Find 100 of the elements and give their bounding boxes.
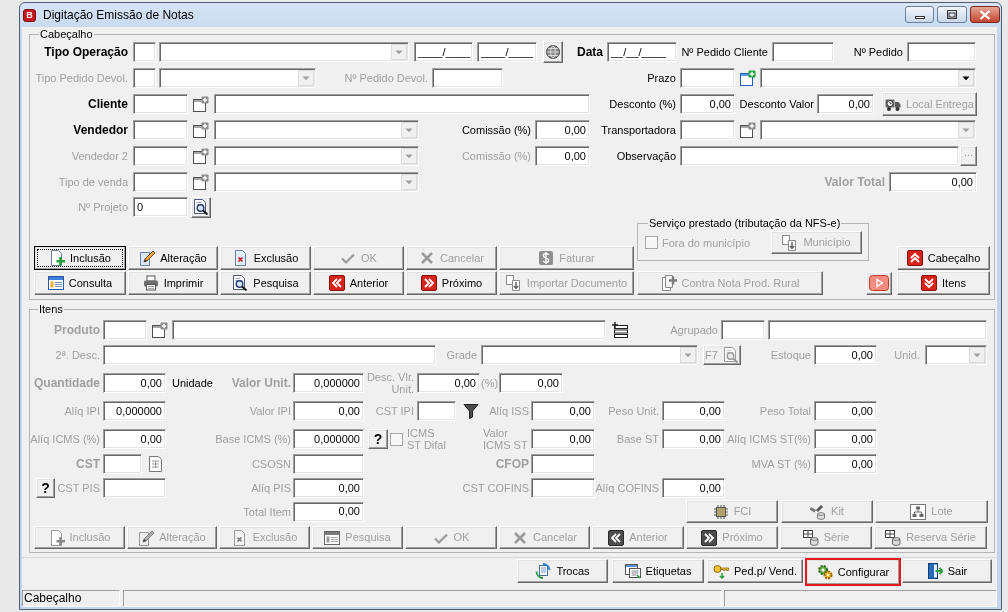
edit-button[interactable]: Alteração: [128, 246, 218, 270]
header-section-button[interactable]: Cabeçalho: [897, 246, 990, 270]
delete-button[interactable]: Exclusão: [220, 246, 311, 270]
input-field[interactable]: [680, 120, 735, 140]
search-button[interactable]: Pesquisa: [220, 271, 311, 295]
include-button[interactable]: Inclusão: [34, 246, 126, 270]
dropdown-field[interactable]: [214, 172, 419, 192]
dropdown-field[interactable]: [760, 120, 976, 140]
dropdown-field[interactable]: [214, 146, 419, 166]
maximize-button[interactable]: [937, 6, 967, 23]
input-field[interactable]: [172, 320, 606, 340]
query-button[interactable]: Consulta: [34, 271, 126, 295]
field-label: Desconto (%): [609, 98, 676, 110]
input-field[interactable]: [907, 42, 976, 62]
delete-document-icon: [232, 250, 249, 266]
input-field[interactable]: 0,00: [293, 401, 364, 421]
print-button[interactable]: Imprimir: [128, 271, 218, 295]
input-field[interactable]: 0,00: [889, 172, 977, 192]
field-label: Peso Total: [759, 405, 811, 417]
exchanges-button[interactable]: Trocas: [517, 559, 608, 583]
help-button[interactable]: ?: [368, 429, 388, 449]
input-field[interactable]: [133, 120, 188, 140]
group-title: Itens: [38, 303, 64, 316]
input-field[interactable]: 0,00: [662, 429, 725, 449]
field-label: Valor Unit.: [231, 377, 291, 389]
input-field[interactable]: [531, 478, 595, 498]
date-field[interactable]: ____/____: [414, 42, 473, 62]
input-field[interactable]: [680, 68, 735, 88]
list-window-icon: [47, 275, 64, 291]
input-field[interactable]: 0,00: [293, 501, 364, 522]
exit-button[interactable]: Sair: [902, 559, 992, 583]
help-button[interactable]: ?: [36, 478, 55, 498]
input-field[interactable]: [772, 42, 834, 62]
input-field[interactable]: 0,00: [680, 94, 735, 114]
input-field[interactable]: 0,000000: [103, 401, 166, 421]
configure-button[interactable]: Configurar: [805, 558, 901, 586]
input-field[interactable]: [293, 454, 364, 474]
input-field[interactable]: [214, 94, 590, 114]
input-field[interactable]: [133, 68, 156, 88]
input-field[interactable]: 0,000000: [293, 429, 364, 449]
input-field[interactable]: [680, 146, 959, 166]
input-field[interactable]: [721, 320, 765, 340]
list-add-icon[interactable]: [612, 322, 628, 338]
field-label: Valor Total: [824, 176, 885, 188]
input-field[interactable]: 0: [133, 197, 188, 217]
input-field[interactable]: 0,00: [662, 478, 725, 498]
next-button[interactable]: Próximo: [406, 271, 497, 295]
dropdown-field[interactable]: [159, 42, 409, 62]
input-field[interactable]: [103, 345, 436, 365]
input-field[interactable]: [768, 320, 987, 340]
input-field[interactable]: [432, 68, 503, 88]
dropdown-field[interactable]: [760, 68, 976, 88]
filter-icon[interactable]: [463, 403, 479, 419]
input-field[interactable]: 0,00: [531, 401, 595, 421]
add-icon[interactable]: [740, 70, 756, 86]
input-field[interactable]: 0,00: [417, 373, 480, 393]
input-field[interactable]: [133, 146, 188, 166]
input-field[interactable]: 0,00: [814, 345, 877, 365]
input-field[interactable]: 0,00: [814, 429, 877, 449]
dropdown-field[interactable]: [481, 345, 698, 365]
input-field[interactable]: [417, 401, 456, 421]
close-button[interactable]: [970, 6, 1000, 23]
input-field[interactable]: 0,00: [535, 146, 590, 166]
field-label: MVA ST (%): [751, 458, 811, 470]
input-field[interactable]: 0,00: [103, 429, 166, 449]
input-field[interactable]: [103, 454, 142, 474]
input-field[interactable]: [531, 454, 595, 474]
previous-button[interactable]: Anterior: [313, 271, 404, 295]
input-field[interactable]: 0,00: [817, 94, 874, 114]
input-field[interactable]: 0,00: [103, 373, 166, 393]
input-field[interactable]: [133, 172, 188, 192]
search-icon: [232, 275, 249, 291]
dropdown-field[interactable]: [925, 345, 987, 365]
field-label: Alíq ICMS ST(%): [727, 433, 811, 445]
input-field[interactable]: [133, 94, 188, 114]
dollar-icon: [538, 250, 555, 266]
input-field[interactable]: 0,00: [293, 478, 364, 498]
date-field[interactable]: ____/____: [477, 42, 537, 62]
input-field[interactable]: [103, 478, 166, 498]
printer-icon: [142, 275, 159, 291]
date-field[interactable]: __/__/____: [607, 42, 677, 62]
input-field[interactable]: 0,00: [531, 429, 595, 449]
double-down-icon: [921, 275, 938, 291]
input-field[interactable]: 0,00: [814, 401, 877, 421]
input-field[interactable]: 0,00: [662, 401, 725, 421]
input-field[interactable]: 0,00: [814, 454, 877, 474]
minimize-button[interactable]: [905, 6, 934, 23]
seller-orders-button[interactable]: Ped.p/ Vend.: [707, 559, 803, 583]
labels-button[interactable]: Etiquetas: [612, 559, 704, 583]
dropdown-field[interactable]: [159, 68, 316, 88]
play-icon: [869, 275, 889, 291]
door-icon: [926, 563, 943, 579]
input-field[interactable]: [133, 42, 156, 62]
input-field[interactable]: [103, 320, 147, 340]
items-section-button[interactable]: Itens: [897, 271, 990, 295]
input-field[interactable]: 0,00: [499, 373, 563, 393]
dropdown-field[interactable]: [214, 120, 419, 140]
input-field[interactable]: 0,00: [535, 120, 590, 140]
play-button[interactable]: [866, 271, 892, 295]
input-field[interactable]: 0,000000: [293, 373, 364, 393]
